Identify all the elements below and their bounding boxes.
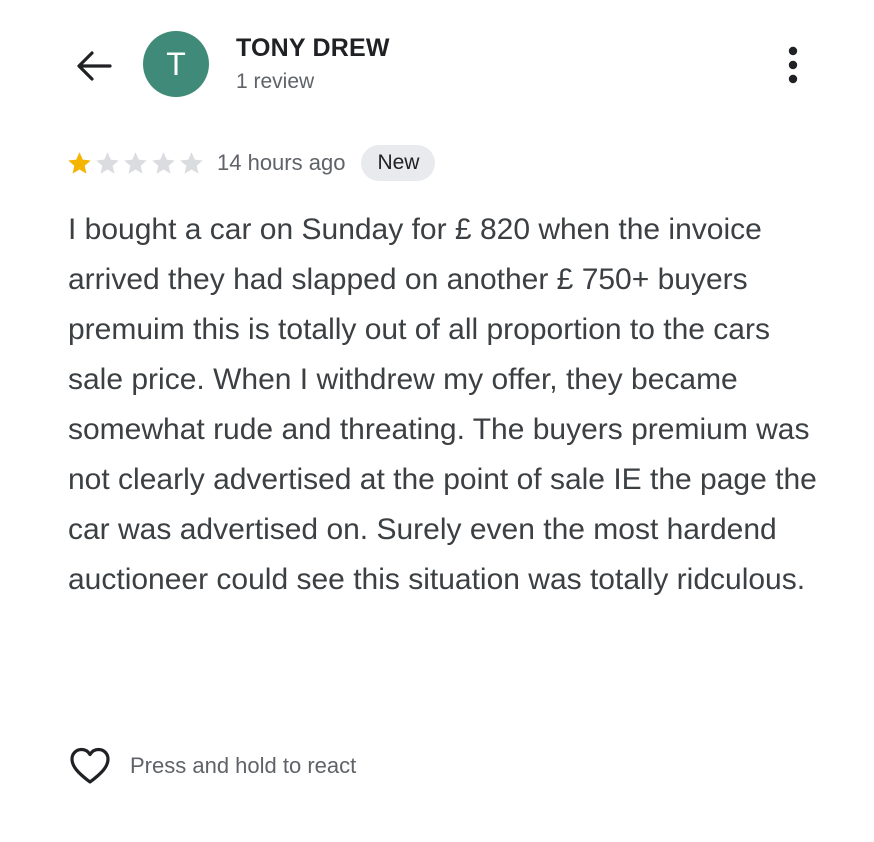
- more-vert-icon: [788, 46, 798, 84]
- avatar[interactable]: T: [143, 31, 209, 97]
- arrow-left-icon: [77, 51, 112, 81]
- react-label: Press and hold to react: [130, 753, 357, 778]
- review-header: T TONY DREW 1 review: [0, 0, 874, 120]
- back-button[interactable]: [74, 48, 114, 84]
- reviewer-name[interactable]: TONY DREW: [236, 34, 390, 63]
- review-time: 14 hours ago: [217, 150, 346, 175]
- star-empty-icon: [180, 151, 203, 174]
- star-empty-icon: [152, 151, 175, 174]
- heart-outline-icon: [70, 747, 110, 784]
- more-options-button[interactable]: [778, 43, 808, 87]
- review-meta: 14 hours ago New: [66, 143, 436, 183]
- new-badge: New: [361, 145, 436, 181]
- star-empty-icon: [96, 151, 119, 174]
- star-filled-icon: [68, 151, 91, 174]
- review-count: 1 review: [236, 70, 315, 93]
- review-text: I bought a car on Sunday for £ 820 when …: [68, 213, 817, 596]
- react-button[interactable]: Press and hold to react: [68, 744, 356, 788]
- star-empty-icon: [124, 151, 147, 174]
- star-rating: [66, 150, 205, 177]
